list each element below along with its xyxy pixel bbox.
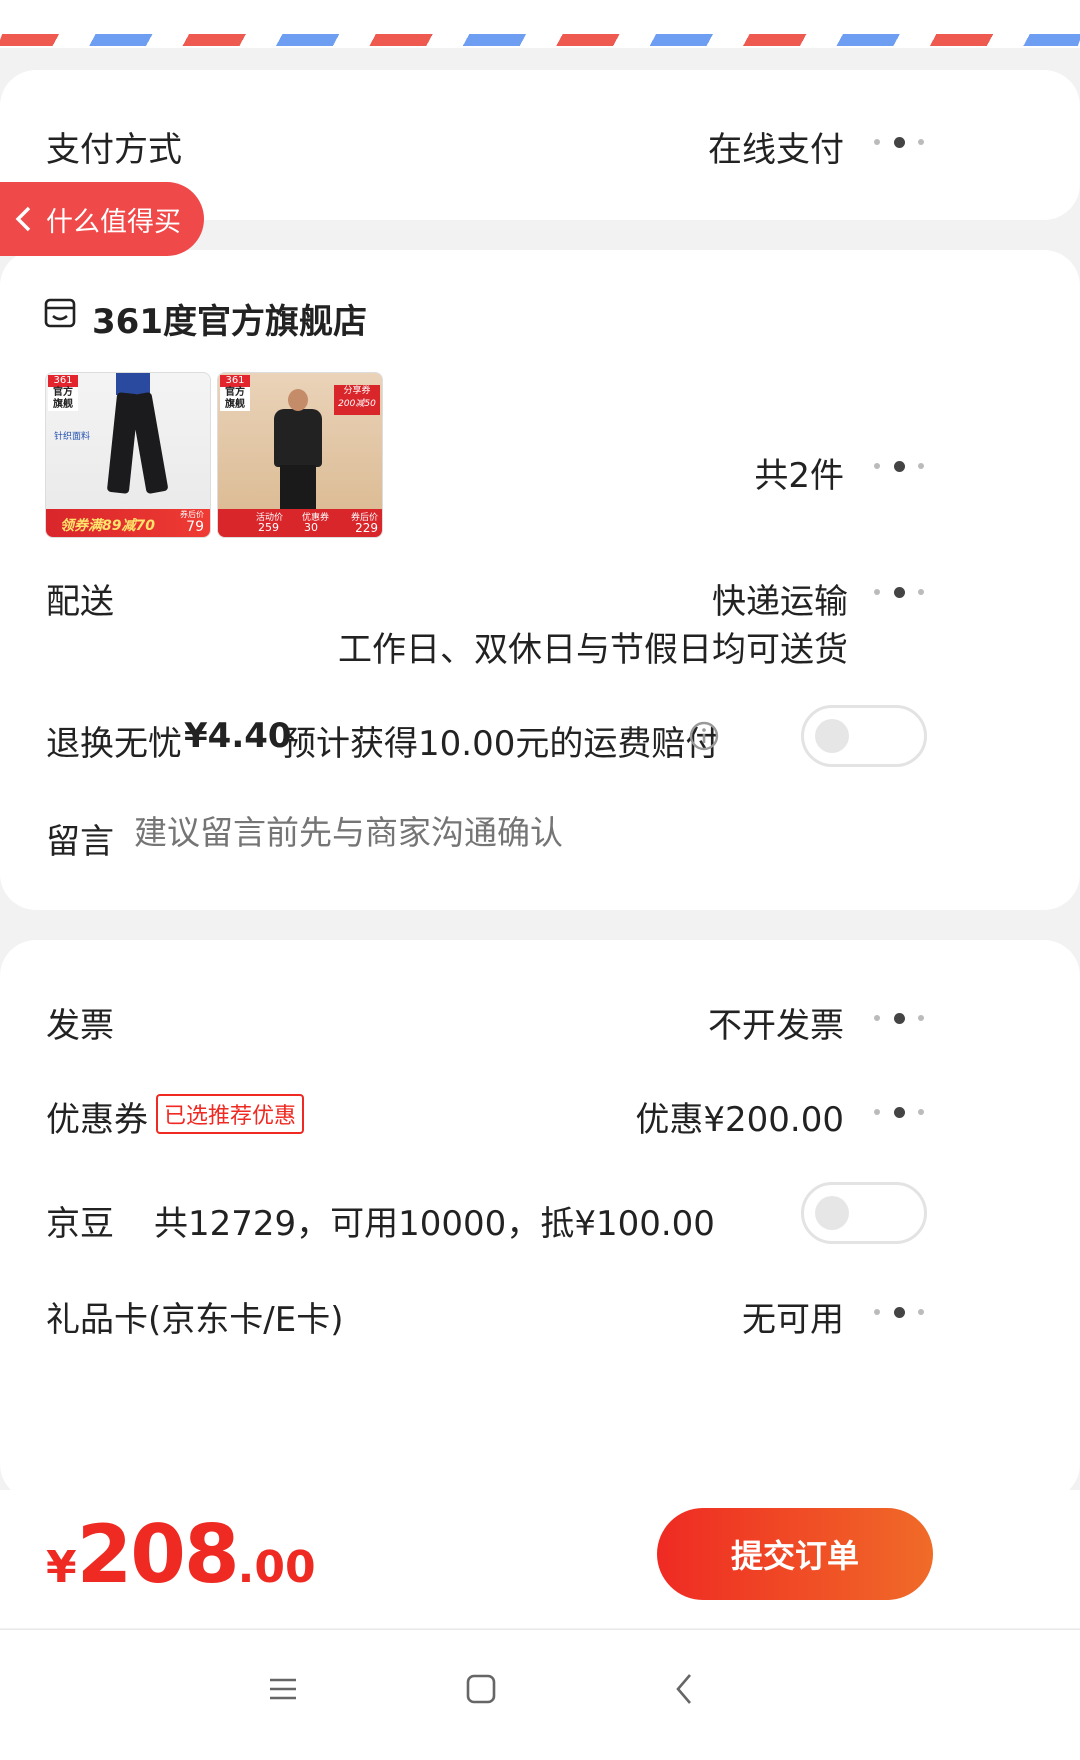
submit-order-label: 提交订单 xyxy=(730,1537,859,1575)
chevron-left-icon xyxy=(15,206,31,232)
delivery-more-icon[interactable] xyxy=(874,586,926,600)
back-icon[interactable] xyxy=(670,1670,700,1708)
discount-card: 发票 不开发票 优惠券 已选推荐优惠 优惠¥200.00 京豆 共12729，可… xyxy=(0,940,1080,1500)
payment-value[interactable]: 在线支付 xyxy=(708,122,844,171)
jacket-figure-legs xyxy=(280,465,316,509)
message-input[interactable] xyxy=(134,806,914,858)
info-icon[interactable] xyxy=(688,720,720,752)
return-insurance-price: ¥4.40 xyxy=(184,716,292,756)
thumb-feature-text: 针织面料 xyxy=(54,432,91,442)
return-insurance-desc: 预计获得10.00元的运费赔付 xyxy=(282,724,720,764)
coupon-more-icon[interactable] xyxy=(874,1106,926,1120)
product-thumbnail-2[interactable]: 361 官方 旗舰 分享券 200减50 活动价 259 优惠券 30 券后价 … xyxy=(217,372,383,538)
total-amount-dec: .00 xyxy=(237,1542,316,1593)
coupon-label: 优惠券 xyxy=(46,1100,148,1140)
pants-figure-legs-2 xyxy=(129,391,169,495)
total-price: ¥208.00 xyxy=(46,1508,316,1601)
top-header-strip xyxy=(0,0,1080,48)
invoice-more-icon[interactable] xyxy=(874,1012,926,1026)
total-amount-int: 208 xyxy=(76,1508,240,1601)
back-to-smzdm-label: 什么值得买 xyxy=(46,206,181,238)
back-to-smzdm-button[interactable]: 什么值得买 xyxy=(0,182,204,256)
thumb-promo-bar: 领券满89减70 券后价 79 xyxy=(46,509,210,537)
home-icon[interactable] xyxy=(464,1672,498,1706)
jingdou-desc: 共12729，可用10000，抵¥100.00 xyxy=(154,1204,715,1244)
items-more-icon[interactable] xyxy=(874,460,926,474)
menu-icon[interactable] xyxy=(266,1672,300,1706)
delivery-method[interactable]: 快递运输 xyxy=(712,574,848,623)
thumb-badge: 361 官方 旗舰 xyxy=(48,375,78,411)
giftcard-value[interactable]: 无可用 xyxy=(742,1292,844,1341)
invoice-value[interactable]: 不开发票 xyxy=(708,998,844,1047)
coupon-recommended-tag: 已选推荐优惠 xyxy=(156,1094,305,1134)
giftcard-more-icon[interactable] xyxy=(874,1306,926,1320)
payment-label: 支付方式 xyxy=(46,130,182,170)
product-thumbnail-1[interactable]: 361 官方 旗舰 针织面料 领券满89减70 券后价 79 xyxy=(45,372,211,538)
return-insurance-label: 退换无忧 xyxy=(46,724,182,764)
coupon-value[interactable]: 优惠¥200.00 xyxy=(635,1092,844,1141)
airmail-border xyxy=(0,34,1080,46)
delivery-note: 工作日、双休日与节假日均可送货 xyxy=(338,630,848,670)
store-icon xyxy=(44,298,76,328)
item-count[interactable]: 共2件 xyxy=(754,448,844,497)
payment-more-icon[interactable] xyxy=(874,136,926,150)
checkout-bar: ¥208.00 提交订单 xyxy=(0,1490,1080,1628)
jacket-figure-head xyxy=(288,389,308,411)
submit-order-button[interactable]: 提交订单 xyxy=(657,1508,933,1600)
jacket-figure xyxy=(274,409,322,467)
giftcard-label: 礼品卡(京东卡/E卡) xyxy=(46,1300,344,1340)
message-label: 留言 xyxy=(46,822,114,862)
thumb-badge: 361 官方 旗舰 xyxy=(220,375,250,411)
system-nav-bar xyxy=(0,1629,1080,1760)
currency-symbol: ¥ xyxy=(46,1542,77,1593)
jingdou-label: 京豆 xyxy=(46,1204,114,1244)
invoice-label: 发票 xyxy=(46,1006,114,1046)
store-card: 361度官方旗舰店 361 官方 旗舰 针织面料 领券满89减70 券后价 79… xyxy=(0,250,1080,910)
delivery-label: 配送 xyxy=(46,582,114,622)
return-insurance-toggle[interactable] xyxy=(801,705,927,767)
store-name[interactable]: 361度官方旗舰店 xyxy=(92,294,367,343)
jingdou-toggle[interactable] xyxy=(801,1182,927,1244)
thumb-coupon-tag: 分享券 200减50 xyxy=(334,385,380,415)
thumb-price-bar: 活动价 259 优惠券 30 券后价 229 xyxy=(218,509,382,537)
